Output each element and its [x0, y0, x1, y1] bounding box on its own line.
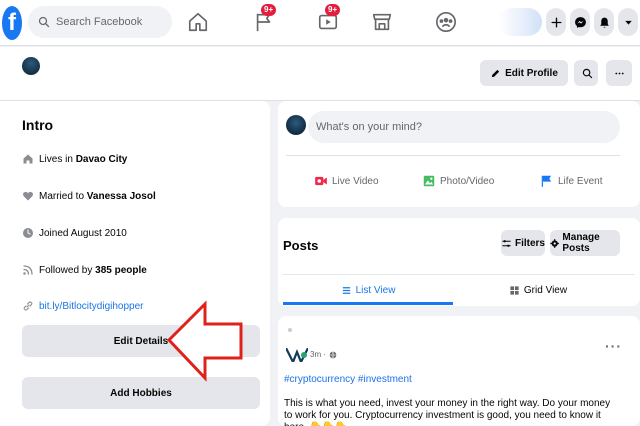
notifications-button[interactable]	[594, 8, 614, 36]
lives-city[interactable]: Davao City	[76, 154, 128, 165]
photo-video-label: Photo/Video	[440, 175, 495, 187]
home-icon	[188, 12, 208, 32]
profile-more-button[interactable]	[606, 60, 632, 86]
gear-icon	[550, 238, 560, 248]
caret-down-icon	[624, 20, 632, 25]
groups-tab[interactable]	[432, 8, 460, 36]
search-box[interactable]	[28, 6, 172, 38]
plus-icon	[550, 16, 562, 28]
tab-grid-view[interactable]: Grid View	[453, 276, 623, 304]
messenger-button[interactable]	[570, 8, 590, 36]
live-video-button[interactable]: Live Video	[314, 169, 379, 193]
groups-icon	[436, 12, 456, 32]
clock-icon	[22, 227, 34, 239]
website-link[interactable]: bit.ly/Bitlocitydigihopper	[39, 301, 144, 312]
link-icon	[22, 300, 34, 312]
add-hobbies-label: Add Hobbies	[110, 387, 172, 399]
filters-label: Filters	[514, 237, 545, 249]
composer-placeholder: What's on your mind?	[316, 121, 423, 133]
life-event-button[interactable]: Life Event	[540, 169, 602, 193]
globe-icon	[329, 351, 337, 359]
posts-title: Posts	[283, 238, 319, 253]
life-event-label: Life Event	[558, 175, 603, 187]
list-view-label: List View	[355, 284, 396, 296]
edit-details-label: Edit Details	[113, 335, 169, 347]
account-menu-button[interactable]	[618, 8, 638, 36]
intro-title: Intro	[22, 117, 54, 133]
marketplace-tab[interactable]	[368, 8, 396, 36]
post-card: 3m · ··· #cryptocurrency #investment Thi…	[278, 316, 640, 426]
profile-chip[interactable]	[498, 8, 542, 36]
post-body: This is what you need, invest your money…	[284, 398, 611, 426]
edit-profile-label: Edit Profile	[505, 67, 558, 79]
filters-icon	[502, 239, 511, 247]
more-icon	[614, 72, 624, 74]
live-video-icon	[315, 176, 327, 186]
post-time-separator: ·	[323, 350, 326, 359]
post-hashtags[interactable]: #cryptocurrency #investment	[284, 374, 412, 385]
intro-relationship: Married to Vanessa Josol	[22, 187, 156, 205]
followed-prefix: Followed by	[39, 264, 93, 276]
heart-icon	[22, 190, 34, 202]
composer-card: What's on your mind? Live Video Photo/Vi…	[278, 101, 640, 207]
messenger-icon	[574, 16, 586, 28]
facebook-logo[interactable]: f	[2, 6, 22, 40]
post-time: 3m	[310, 350, 322, 359]
post-author-avatar[interactable]	[286, 348, 308, 362]
post-timestamp[interactable]: 3m ·	[310, 350, 337, 359]
tab-list-view[interactable]: List View	[283, 276, 453, 304]
composer-avatar[interactable]	[286, 115, 306, 135]
intro-link: bit.ly/Bitlocitydigihopper	[22, 297, 144, 315]
intro-lives-in: Lives in Davao City	[22, 150, 127, 168]
post-author-dot	[288, 328, 292, 332]
pages-tab[interactable]: 9+	[250, 4, 278, 36]
flag-event-icon	[541, 175, 552, 187]
pages-badge: 9+	[261, 4, 277, 16]
house-icon	[22, 153, 34, 165]
composer-input[interactable]: What's on your mind?	[308, 111, 620, 143]
intro-followers: Followed by 385 people	[22, 261, 147, 279]
married-prefix: Married to	[39, 190, 85, 202]
profile-header-bar: Edit Profile	[0, 47, 640, 101]
manage-posts-button[interactable]: Manage Posts	[550, 230, 620, 256]
list-icon	[342, 286, 350, 294]
manage-posts-label: Manage Posts	[562, 232, 600, 254]
bell-icon	[599, 17, 609, 28]
edit-profile-button[interactable]: Edit Profile	[480, 60, 568, 86]
watch-badge: 9+	[325, 4, 341, 16]
lives-prefix: Lives in	[39, 153, 73, 165]
watch-tab[interactable]: 9+	[314, 4, 342, 36]
active-tab-indicator	[283, 302, 453, 305]
photo-video-button[interactable]: Photo/Video	[422, 169, 494, 193]
top-navbar: f 9+ 9+	[0, 0, 640, 46]
posts-tab-separator	[283, 274, 635, 275]
search-icon	[582, 68, 592, 78]
search-icon	[38, 16, 50, 28]
composer-divider	[286, 155, 620, 156]
joined-text: Joined August 2010	[39, 227, 127, 239]
followed-count[interactable]: 385 people	[95, 265, 147, 276]
intro-joined: Joined August 2010	[22, 224, 127, 242]
posts-card: Posts Filters Manage Posts List View Gri…	[278, 218, 640, 306]
married-name[interactable]: Vanessa Josol	[87, 191, 156, 202]
live-video-label: Live Video	[332, 175, 379, 187]
search-input[interactable]	[56, 16, 166, 28]
create-button[interactable]	[546, 8, 566, 36]
pencil-icon	[491, 69, 500, 77]
marketplace-icon	[372, 13, 392, 31]
search-profile-button[interactable]	[576, 60, 598, 86]
photo-icon	[423, 175, 435, 187]
rss-icon	[22, 264, 34, 276]
grid-view-label: Grid View	[523, 284, 568, 296]
home-tab[interactable]	[184, 8, 212, 36]
annotation-arrow-icon	[166, 300, 243, 382]
grid-icon	[510, 285, 519, 295]
profile-avatar[interactable]	[22, 57, 40, 75]
post-more-button[interactable]: ···	[605, 338, 622, 354]
filters-button[interactable]: Filters	[501, 230, 545, 256]
